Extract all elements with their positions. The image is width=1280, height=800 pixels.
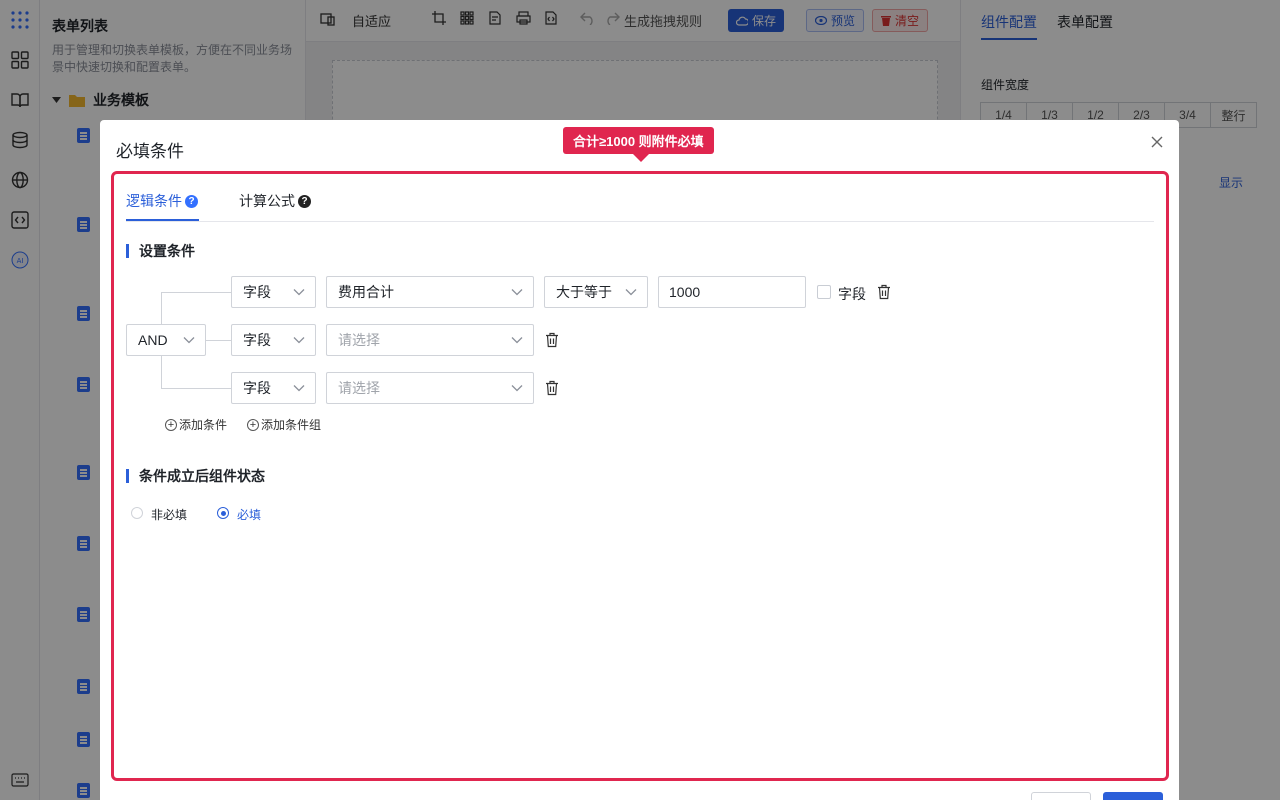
help-icon[interactable]: ? — [298, 194, 311, 208]
required-condition-dialog: 必填条件 逻辑条件 ? 计算公式 ? 设置条件 AND 字段 费用合计 大于等于 — [100, 120, 1179, 800]
highlight-frame — [111, 171, 1169, 781]
tab-logic-label: 逻辑条件 — [126, 193, 182, 209]
confirm-button[interactable] — [1103, 792, 1163, 800]
logic-operator-value: AND — [138, 332, 168, 348]
delete-icon[interactable] — [545, 380, 559, 396]
chevron-down-icon — [293, 289, 305, 296]
delete-icon[interactable] — [877, 284, 891, 300]
operator-select[interactable]: 大于等于 — [544, 276, 648, 308]
radio-required[interactable] — [217, 507, 229, 519]
chevron-down-icon — [511, 385, 523, 392]
close-icon[interactable] — [1149, 134, 1165, 150]
logic-operator-select[interactable]: AND — [126, 324, 206, 356]
required-label: 必填 — [237, 508, 262, 522]
field-select[interactable]: 请选择 — [326, 372, 534, 404]
condition-type-select[interactable]: 字段 — [231, 372, 316, 404]
tab-formula-label: 计算公式 — [239, 193, 295, 209]
add-condition-label: 添加条件 — [179, 418, 228, 432]
help-icon[interactable]: ? — [185, 194, 198, 208]
field-select[interactable]: 费用合计 — [326, 276, 534, 308]
add-condition-group-label: 添加条件组 — [261, 418, 322, 432]
section-component-state: 条件成立后组件状态 — [126, 469, 265, 483]
cancel-button[interactable] — [1031, 792, 1091, 800]
field-select-placeholder: 请选择 — [338, 380, 380, 396]
tab-formula[interactable]: 计算公式 ? — [239, 191, 311, 211]
condition-value-input[interactable] — [658, 276, 806, 308]
condition-type-value: 字段 — [243, 332, 271, 348]
field-compare-label: 字段 — [838, 286, 866, 302]
chevron-down-icon — [511, 289, 523, 296]
chevron-down-icon — [625, 289, 637, 296]
tab-logic-condition[interactable]: 逻辑条件 ? — [126, 191, 198, 211]
plus-circle-icon: + — [165, 418, 177, 431]
section-set-conditions: 设置条件 — [126, 244, 195, 258]
condition-type-value: 字段 — [243, 284, 271, 300]
field-select[interactable]: 请选择 — [326, 324, 534, 356]
tree-connector — [161, 292, 231, 293]
chevron-down-icon — [293, 385, 305, 392]
condition-tabs: 逻辑条件 ? 计算公式 ? — [126, 187, 1154, 222]
operator-value: 大于等于 — [556, 284, 612, 300]
chevron-down-icon — [293, 337, 305, 344]
delete-icon[interactable] — [545, 332, 559, 348]
field-select-value: 费用合计 — [338, 284, 394, 300]
tree-connector — [206, 340, 231, 341]
chevron-down-icon — [511, 337, 523, 344]
chevron-down-icon — [183, 337, 195, 344]
condition-type-value: 字段 — [243, 380, 271, 396]
not-required-label: 非必填 — [151, 508, 188, 522]
dialog-title: 必填条件 — [116, 142, 184, 161]
tab-active-indicator — [126, 219, 199, 221]
condition-type-select[interactable]: 字段 — [231, 324, 316, 356]
add-condition-group-button[interactable]: + 添加条件组 — [247, 416, 321, 433]
plus-circle-icon: + — [247, 418, 259, 431]
condition-type-select[interactable]: 字段 — [231, 276, 316, 308]
add-condition-button[interactable]: + 添加条件 — [165, 416, 227, 433]
radio-not-required[interactable] — [131, 507, 143, 519]
tree-connector — [161, 388, 231, 389]
field-select-placeholder: 请选择 — [338, 332, 380, 348]
field-compare-checkbox[interactable] — [817, 285, 831, 299]
annotation-callout: 合计≥1000 则附件必填 — [563, 127, 714, 162]
